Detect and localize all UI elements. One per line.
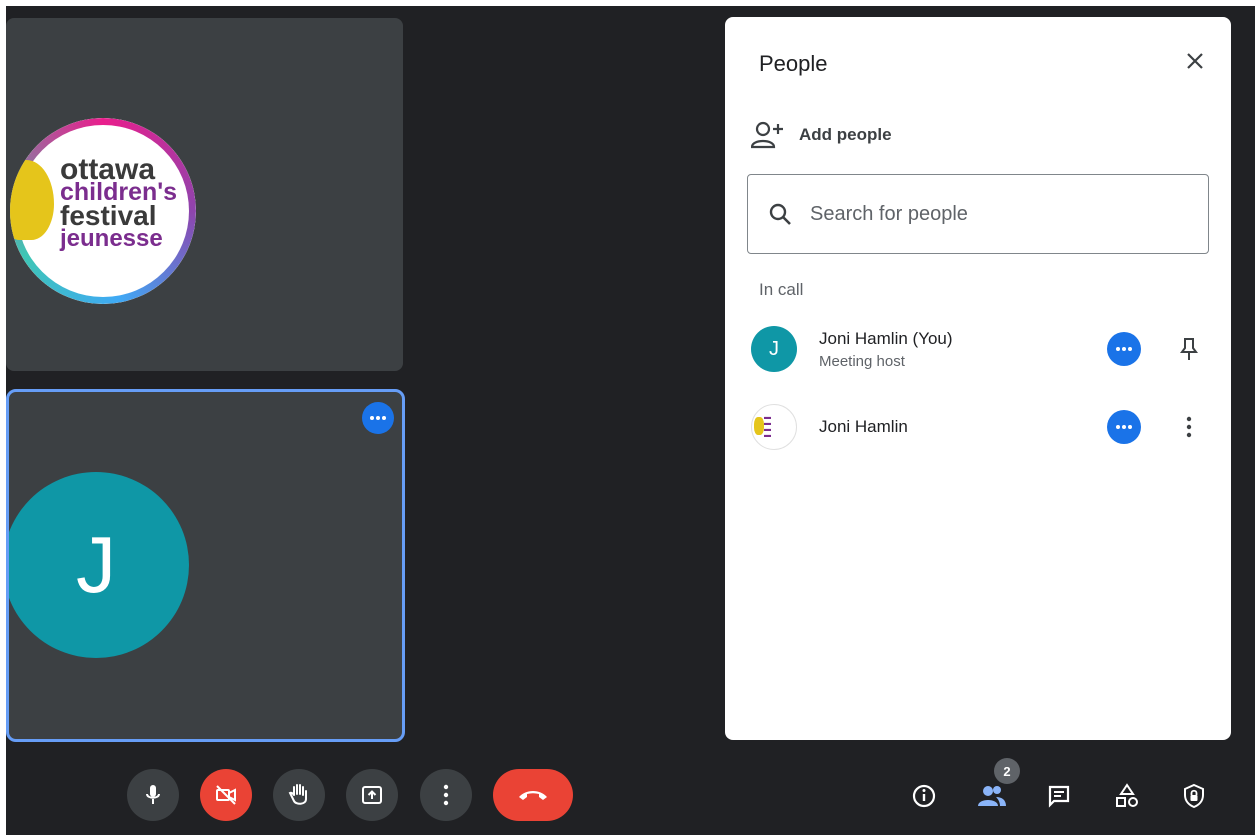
add-people-button[interactable]: Add people — [751, 121, 892, 149]
logo-line-4: jeunesse — [60, 225, 163, 252]
mic-icon — [146, 785, 160, 804]
meeting-details-button[interactable] — [908, 780, 940, 812]
logo-mini-graphic: ▬ ▬ ▬ ▬ — [764, 414, 771, 439]
ellipsis-icon — [370, 416, 386, 420]
present-screen-button[interactable] — [346, 769, 398, 821]
participant-more-button[interactable] — [1107, 410, 1141, 444]
logo-dino-icon — [754, 417, 764, 435]
participant-avatar: J — [9, 472, 189, 658]
end-call-button[interactable] — [493, 769, 573, 821]
end-call-icon — [519, 791, 547, 800]
present-icon — [362, 786, 382, 804]
logo-text: ottawa children's festival jeunesse — [60, 155, 177, 252]
participant-name: Joni Hamlin — [819, 417, 908, 436]
camera-toggle-button[interactable] — [200, 769, 252, 821]
raise-hand-button[interactable] — [273, 769, 325, 821]
more-options-icon — [443, 784, 449, 806]
participant-tile-self[interactable]: J — [6, 389, 405, 742]
raise-hand-icon — [288, 784, 307, 805]
participant-avatar-small: J — [751, 326, 797, 372]
people-panel: People Add people In call J Joni Hamlin … — [725, 17, 1231, 740]
pin-icon — [1180, 338, 1198, 360]
more-options-button[interactable] — [420, 769, 472, 821]
in-call-section-label: In call — [759, 280, 804, 299]
add-people-label: Add people — [799, 125, 892, 144]
people-button[interactable] — [976, 780, 1008, 812]
host-controls-icon — [1184, 783, 1204, 809]
close-icon — [1187, 53, 1203, 69]
tile-more-options-button[interactable] — [362, 402, 394, 434]
microphone-button[interactable] — [127, 769, 179, 821]
vertical-dots-icon — [1186, 416, 1192, 438]
participant-name: Joni Hamlin (You) — [819, 328, 953, 348]
participant-menu-button[interactable] — [1177, 415, 1201, 439]
ellipsis-icon — [1116, 425, 1132, 429]
people-count-badge: 2 — [994, 758, 1020, 784]
participant-row[interactable]: J Joni Hamlin (You) Meeting host — [751, 324, 1211, 374]
logo-line-3: festival — [60, 200, 157, 231]
participant-info: Joni Hamlin — [819, 417, 1107, 437]
search-people-input[interactable] — [808, 201, 1192, 227]
close-panel-button[interactable] — [1181, 47, 1209, 75]
info-icon — [912, 784, 936, 808]
camera-off-icon — [216, 785, 236, 805]
search-people-box[interactable] — [747, 174, 1209, 254]
activities-button[interactable] — [1111, 780, 1143, 812]
participant-tile-logo[interactable]: ottawa children's festival jeunesse — [6, 18, 403, 371]
activities-icon — [1116, 783, 1138, 807]
participant-logo-avatar: ▬ ▬ ▬ ▬ — [751, 404, 797, 450]
host-controls-button[interactable] — [1178, 780, 1210, 812]
search-icon — [769, 203, 791, 225]
people-icon — [978, 786, 1006, 806]
participant-row[interactable]: ▬ ▬ ▬ ▬ Joni Hamlin — [751, 402, 1211, 452]
pin-participant-button[interactable] — [1177, 337, 1201, 361]
add-person-icon — [751, 121, 783, 149]
festival-logo: ottawa children's festival jeunesse — [10, 118, 196, 304]
panel-title: People — [759, 51, 828, 76]
ellipsis-icon — [1116, 347, 1132, 351]
participant-info: Joni Hamlin (You) Meeting host — [819, 329, 1107, 370]
window-top-edge — [0, 0, 1255, 6]
participant-role: Meeting host — [819, 352, 905, 370]
participant-more-button[interactable] — [1107, 332, 1141, 366]
chat-button[interactable] — [1043, 780, 1075, 812]
chat-icon — [1048, 785, 1070, 808]
